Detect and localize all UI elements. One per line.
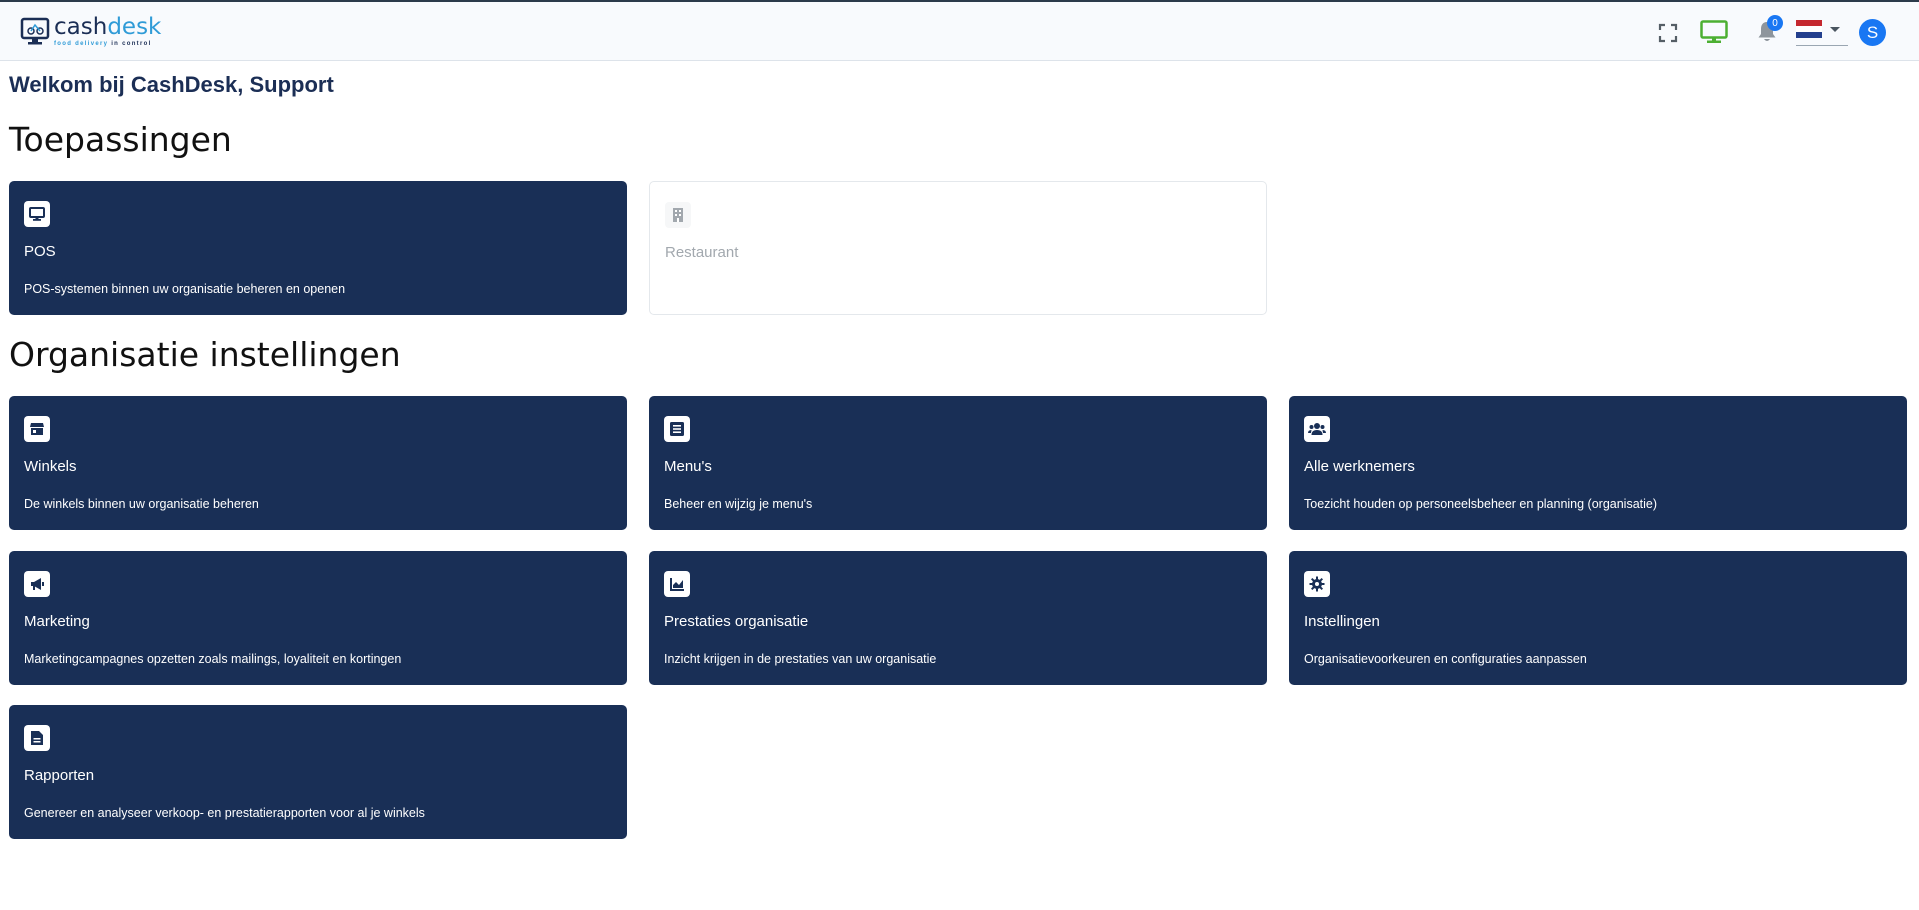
card-icon-box <box>665 202 691 228</box>
card-instellingen[interactable]: Instellingen Organisatievoorkeuren en co… <box>1289 551 1907 685</box>
card-rapporten[interactable]: Rapporten Genereer en analyseer verkoop-… <box>9 705 627 839</box>
card-title: Prestaties organisatie <box>664 613 809 630</box>
card-description: Genereer en analyseer verkoop- en presta… <box>24 806 425 820</box>
card-title: Menu's <box>664 458 712 475</box>
building-icon <box>673 208 683 222</box>
chart-icon <box>670 578 684 591</box>
logo-tagline-control: in control <box>108 41 152 47</box>
card-description: Organisatievoorkeuren en configuraties a… <box>1304 652 1587 666</box>
card-marketing[interactable]: Marketing Marketingcampagnes opzetten zo… <box>9 551 627 685</box>
card-description: Marketingcampagnes opzetten zoals mailin… <box>24 652 402 666</box>
card-alle-werknemers[interactable]: Alle werknemers Toezicht houden op perso… <box>1289 396 1907 530</box>
card-icon-box <box>1304 416 1330 442</box>
users-icon <box>1308 423 1326 435</box>
card-title: Instellingen <box>1304 613 1380 630</box>
card-title: Restaurant <box>665 244 739 261</box>
card-restaurant[interactable]: Restaurant <box>649 181 1267 315</box>
monitor-icon <box>1700 20 1728 43</box>
card-title: Rapporten <box>24 767 95 784</box>
language-selector[interactable] <box>1796 20 1848 46</box>
card-pos[interactable]: POS POS-systemen binnen uw organisatie b… <box>9 181 627 315</box>
card-description: Inzicht krijgen in de prestaties van uw … <box>664 652 937 666</box>
card-title: POS <box>24 243 56 260</box>
card-description: Toezicht houden op personeelsbeheer en p… <box>1304 497 1658 511</box>
card-icon-box <box>24 201 50 227</box>
monitor-icon <box>29 207 45 221</box>
card-prestaties-organisatie[interactable]: Prestaties organisatie Inzicht krijgen i… <box>649 551 1267 685</box>
chevron-down-icon <box>1830 27 1840 32</box>
card-description: POS-systemen binnen uw organisatie beher… <box>24 282 346 296</box>
card-winkels[interactable]: Winkels De winkels binnen uw organisatie… <box>9 396 627 530</box>
fullscreen-button[interactable] <box>1656 21 1680 45</box>
store-icon <box>30 423 44 435</box>
user-avatar[interactable]: S <box>1859 19 1886 46</box>
card-title: Winkels <box>24 458 77 475</box>
card-menus[interactable]: Menu's Beheer en wijzig je menu's <box>649 396 1267 530</box>
card-icon-box <box>24 416 50 442</box>
dutch-flag-icon <box>1796 20 1822 38</box>
megaphone-icon <box>31 578 44 590</box>
fullscreen-icon <box>1658 23 1678 43</box>
menu-list-icon <box>670 422 684 436</box>
card-icon-box <box>664 571 690 597</box>
top-bar: cashdesk food delivery in control 0 S <box>0 0 1919 61</box>
logo-tagline-food: food delivery <box>54 41 109 47</box>
report-file-icon <box>31 731 43 745</box>
applications-section-title: Toepassingen <box>9 120 232 159</box>
pos-screen-button[interactable] <box>1699 19 1729 45</box>
logo-monitor-icon <box>20 17 50 45</box>
card-description: Beheer en wijzig je menu's <box>664 497 813 511</box>
logo-word-desk: desk <box>107 14 162 40</box>
gear-icon <box>1309 576 1325 592</box>
notifications-badge: 0 <box>1767 15 1783 31</box>
card-description: De winkels binnen uw organisatie beheren <box>24 497 259 511</box>
logo-word-cash: cash <box>54 14 108 40</box>
cashdesk-logo[interactable]: cashdesk food delivery in control <box>20 16 161 47</box>
card-title: Marketing <box>24 613 90 630</box>
card-icon-box <box>24 725 50 751</box>
card-icon-box <box>1304 571 1330 597</box>
card-icon-box <box>24 571 50 597</box>
card-icon-box <box>664 416 690 442</box>
organization-section-title: Organisatie instellingen <box>9 335 401 374</box>
welcome-heading: Welkom bij CashDesk, Support <box>9 72 334 97</box>
card-title: Alle werknemers <box>1304 458 1415 475</box>
